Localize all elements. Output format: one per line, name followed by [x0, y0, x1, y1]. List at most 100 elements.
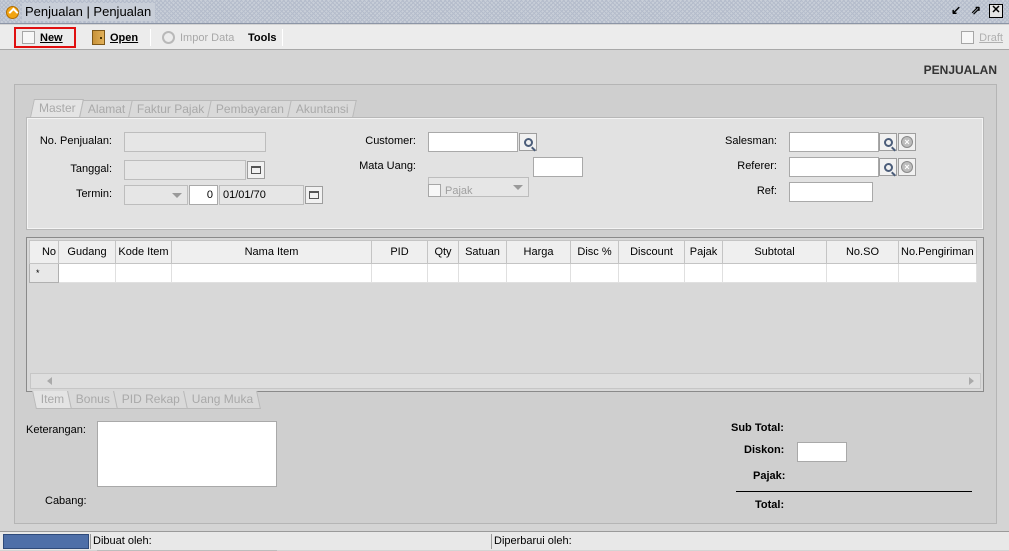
termin-calendar-button[interactable]: [305, 186, 323, 204]
door-icon: [92, 30, 105, 45]
tab-pembayaran[interactable]: Pembayaran: [207, 100, 293, 117]
restore-icon[interactable]: ↙: [949, 4, 963, 18]
items-grid: No Gudang Kode Item Nama Item PID Qty Sa…: [26, 237, 984, 392]
customer-search-button[interactable]: [519, 133, 537, 151]
referer-field[interactable]: [789, 157, 879, 177]
search-icon: [883, 137, 893, 147]
termin-select[interactable]: [124, 185, 188, 205]
table-row[interactable]: *: [29, 263, 977, 283]
scroll-right-icon[interactable]: [969, 377, 974, 385]
col-discount[interactable]: Discount: [618, 240, 685, 264]
col-qty[interactable]: Qty: [427, 240, 459, 264]
pajak-checkbox[interactable]: Pajak: [428, 184, 473, 197]
tab-alamat[interactable]: Alamat: [78, 100, 133, 117]
toolbar-separator: [150, 29, 151, 46]
chevron-down-icon: [172, 193, 182, 198]
draft-checkbox[interactable]: Draft: [955, 27, 1009, 48]
scroll-left-icon[interactable]: [47, 377, 52, 385]
col-no-pengiriman[interactable]: No.Pengiriman: [898, 240, 977, 264]
tab-item[interactable]: Item: [32, 391, 73, 409]
cabang-label: Cabang:: [45, 495, 87, 507]
tab-bonus[interactable]: Bonus: [67, 391, 119, 409]
cell[interactable]: [458, 263, 507, 283]
open-button[interactable]: Open: [86, 27, 144, 48]
status-bar: Dibuat oleh: Diperbarui oleh:: [0, 531, 1009, 550]
clear-icon: ×: [901, 161, 913, 173]
customer-field[interactable]: [428, 132, 518, 152]
ref-label: Ref:: [756, 185, 777, 197]
cell[interactable]: [506, 263, 571, 283]
col-pid[interactable]: PID: [371, 240, 428, 264]
col-disc-pct[interactable]: Disc %: [570, 240, 619, 264]
checkbox-icon: [961, 31, 975, 44]
col-nama-item[interactable]: Nama Item: [171, 240, 372, 264]
cell[interactable]: [684, 263, 723, 283]
tab-master[interactable]: Master: [30, 99, 84, 117]
col-satuan[interactable]: Satuan: [458, 240, 507, 264]
cell[interactable]: [826, 263, 899, 283]
col-subtotal[interactable]: Subtotal: [722, 240, 827, 264]
no-penjualan-field[interactable]: [124, 132, 266, 152]
tab-strip-bottom: Item Bonus PID Rekap Uang Muka: [32, 391, 262, 409]
grid-horizontal-scrollbar[interactable]: [30, 373, 981, 389]
maximize-icon[interactable]: ⇗: [969, 4, 983, 18]
mata-uang-label: Mata Uang:: [359, 160, 416, 172]
toolbar: New Open Impor Data Tools Draft: [0, 25, 1009, 50]
sub-total-label: Sub Total:: [731, 422, 784, 434]
toolbar-separator: [282, 29, 283, 46]
tab-pid-rekap[interactable]: PID Rekap: [113, 391, 189, 409]
cell[interactable]: [570, 263, 619, 283]
tab-strip-top: Master Alamat Faktur Pajak Pembayaran Ak…: [30, 99, 357, 117]
referer-search-button[interactable]: [879, 158, 897, 176]
col-pajak[interactable]: Pajak: [684, 240, 723, 264]
cell[interactable]: [618, 263, 685, 283]
salesman-search-button[interactable]: [879, 133, 897, 151]
totals-divider: [736, 491, 972, 492]
tools-button[interactable]: Tools: [242, 27, 283, 48]
cell[interactable]: [115, 263, 172, 283]
dibuat-oleh-label: Dibuat oleh:: [90, 534, 490, 549]
salesman-field[interactable]: [789, 132, 879, 152]
cell[interactable]: [171, 263, 372, 283]
tab-akuntansi[interactable]: Akuntansi: [287, 100, 357, 117]
tanggal-field[interactable]: [124, 160, 246, 180]
salesman-label: Salesman:: [725, 135, 777, 147]
items-table: No Gudang Kode Item Nama Item PID Qty Sa…: [29, 240, 977, 283]
customer-label: Customer:: [365, 135, 416, 147]
col-gudang[interactable]: Gudang: [58, 240, 116, 264]
close-icon[interactable]: ✕: [989, 4, 1003, 18]
col-no[interactable]: No: [29, 240, 59, 264]
new-button[interactable]: New: [14, 27, 76, 48]
cell[interactable]: [371, 263, 428, 283]
window-title: Penjualan | Penjualan: [22, 3, 156, 21]
new-document-icon: [22, 31, 35, 44]
referer-clear-button[interactable]: ×: [898, 158, 916, 176]
col-kode-item[interactable]: Kode Item: [115, 240, 172, 264]
checkbox-icon: [428, 184, 441, 197]
tab-faktur-pajak[interactable]: Faktur Pajak: [128, 100, 213, 117]
ref-field[interactable]: [789, 182, 873, 202]
diskon-field[interactable]: [797, 442, 847, 462]
termin-date-field[interactable]: 01/01/70: [219, 185, 304, 205]
col-no-so[interactable]: No.SO: [826, 240, 899, 264]
kurs-field[interactable]: [533, 157, 583, 177]
cell[interactable]: [898, 263, 977, 283]
total-label: Total:: [755, 499, 785, 511]
no-penjualan-label: No. Penjualan:: [39, 135, 112, 147]
cell[interactable]: [58, 263, 116, 283]
cell[interactable]: [427, 263, 459, 283]
pajak-total-label: Pajak:: [753, 470, 786, 482]
impor-data-button[interactable]: Impor Data: [156, 27, 240, 48]
termin-days-field[interactable]: 0: [189, 185, 218, 205]
keterangan-textarea[interactable]: [97, 421, 277, 487]
diperbarui-oleh-label: Diperbarui oleh:: [491, 534, 1001, 549]
chevron-down-icon: [513, 185, 523, 190]
import-icon: [162, 31, 175, 44]
cell[interactable]: [722, 263, 827, 283]
salesman-clear-button[interactable]: ×: [898, 133, 916, 151]
status-progress-bar: [3, 534, 89, 549]
tab-uang-muka[interactable]: Uang Muka: [183, 391, 262, 409]
tanggal-calendar-button[interactable]: [247, 161, 265, 179]
col-harga[interactable]: Harga: [506, 240, 571, 264]
calendar-icon: [309, 191, 319, 199]
